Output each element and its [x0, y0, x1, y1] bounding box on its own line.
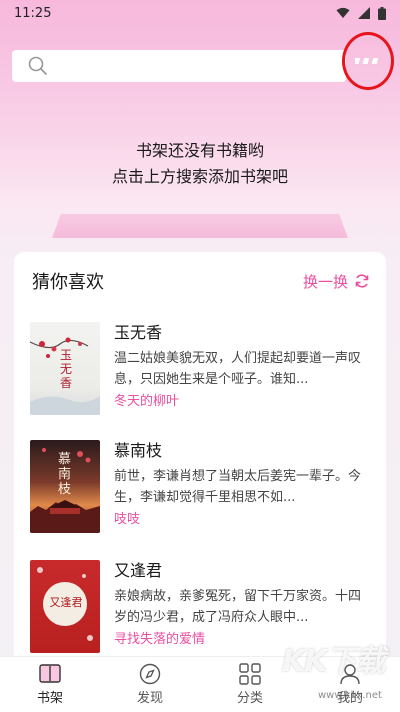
refresh-label: 换一换	[302, 272, 348, 291]
recommend-card: 猜你喜欢 换一换 玉无香 玉无香 温二姑娘美貌无双，人们提起却要道一声叹息，只因…	[14, 252, 386, 672]
search-input[interactable]	[56, 58, 346, 74]
book-icon	[39, 664, 61, 683]
refresh-button[interactable]: 换一换	[303, 271, 370, 292]
book-author: 冬天的柳叶	[114, 394, 180, 409]
tab-label: 书架	[36, 691, 63, 706]
refresh-icon	[355, 274, 369, 288]
tab-profile[interactable]: 我的	[300, 657, 400, 712]
grid-icon	[239, 663, 261, 685]
book-cover: 慕南枝	[30, 440, 100, 533]
book-cover: 又逢君	[30, 560, 100, 653]
book-info: 玉无香 温二姑娘美貌无双，人们提起却要道一声叹息，只因她生来是个哑子。谁知...…	[114, 322, 370, 412]
empty-shelf-message: 书架还没有书籍哟 点击上方搜索添加书架吧	[0, 138, 400, 190]
cover-title: 又逢君	[49, 596, 83, 609]
status-icons	[336, 6, 386, 20]
status-bar: 11:25	[0, 0, 400, 26]
book-item[interactable]: 慕南枝 慕南枝 前世，李谦肖想了当朝太后姜宪一辈子。今生，李谦却觉得千里相思不如…	[30, 440, 370, 536]
tab-label: 发现	[136, 691, 163, 706]
compass-icon	[139, 663, 161, 685]
more-button[interactable]	[340, 30, 396, 92]
book-author: 寻找失落的爱情	[114, 632, 206, 647]
user-icon	[340, 664, 360, 685]
tab-bookshelf[interactable]: 书架	[0, 657, 100, 712]
book-title: 又逢君	[114, 561, 163, 580]
cover-title: 慕南枝	[58, 452, 72, 497]
cover-title: 玉无香	[60, 348, 73, 390]
book-item[interactable]: 又逢君 又逢君 亲娘病故，亲爹冤死，留下千万家资。十四岁的冯少君，成了冯府众人眼…	[30, 560, 370, 656]
highlight-ring	[342, 32, 394, 90]
book-title: 玉无香	[114, 323, 163, 342]
bottom-tab-bar: 书架 发现 分类 我的	[0, 656, 400, 712]
recommend-title: 猜你喜欢	[32, 272, 104, 293]
search-row	[12, 50, 388, 82]
book-author: 吱吱	[114, 512, 141, 527]
tab-discover[interactable]: 发现	[100, 657, 200, 712]
search-icon	[28, 56, 47, 75]
wifi-icon	[336, 7, 350, 18]
book-info: 慕南枝 前世，李谦肖想了当朝太后姜宪一辈子。今生，李谦却觉得千里相思不如... …	[114, 440, 370, 530]
recommend-header: 猜你喜欢 换一换	[32, 268, 370, 294]
book-desc: 温二姑娘美貌无双，人们提起却要道一声叹息，只因她生来是个哑子。谁知...	[114, 351, 362, 387]
tab-label: 我的	[336, 691, 363, 706]
tab-label: 分类	[236, 691, 263, 706]
book-cover: 玉无香	[30, 322, 100, 415]
book-desc: 前世，李谦肖想了当朝太后姜宪一辈子。今生，李谦却觉得千里相思不如...	[114, 469, 362, 505]
tab-category[interactable]: 分类	[200, 657, 300, 712]
empty-line-1: 书架还没有书籍哟	[135, 141, 264, 160]
book-info: 又逢君 亲娘病故，亲爹冤死，留下千万家资。十四岁的冯少君，成了冯府众人眼中...…	[114, 560, 370, 650]
book-title: 慕南枝	[114, 441, 163, 460]
empty-line-2: 点击上方搜索添加书架吧	[111, 167, 288, 186]
shelf-graphic	[52, 214, 348, 238]
battery-icon	[378, 6, 386, 20]
search-box[interactable]	[12, 50, 346, 82]
book-item[interactable]: 玉无香 玉无香 温二姑娘美貌无双，人们提起却要道一声叹息，只因她生来是个哑子。谁…	[30, 322, 370, 418]
status-time: 11:25	[14, 5, 52, 21]
book-desc: 亲娘病故，亲爹冤死，留下千万家资。十四岁的冯少君，成了冯府众人眼中...	[114, 589, 362, 625]
signal-icon	[358, 7, 370, 19]
